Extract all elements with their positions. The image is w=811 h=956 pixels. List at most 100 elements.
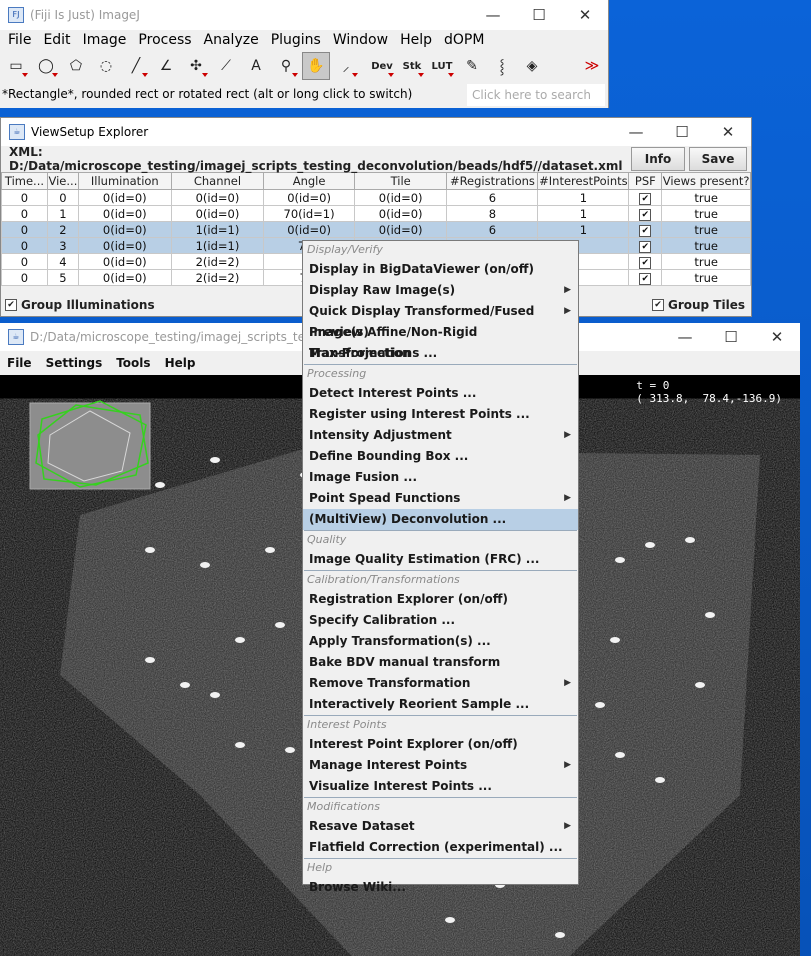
menu-item[interactable]: Image Quality Estimation (FRC) ...	[303, 549, 578, 570]
bdv-menu-help[interactable]: Help	[158, 356, 203, 370]
minimize-icon[interactable]: —	[613, 117, 659, 147]
magnifier-tool-icon[interactable]: ⚲	[272, 52, 300, 80]
table-row[interactable]: 0 2 0(id=0) 1(id=1) 0(id=0) 0(id=0) 6 1 ✔ true	[1, 221, 751, 238]
menu-item[interactable]: Interactively Reorient Sample ...	[303, 694, 578, 715]
more-tools-icon[interactable]: ≫	[578, 52, 606, 80]
pencil-tool-icon[interactable]: ✎	[458, 52, 486, 80]
column-header[interactable]: Time...	[1, 172, 48, 190]
menu-item[interactable]: Define Bounding Box ...	[303, 446, 578, 467]
menu-analyze[interactable]: Analyze	[198, 32, 265, 48]
psf-checkbox[interactable]: ✔	[639, 193, 652, 205]
lut-tool-icon[interactable]: LUT	[428, 52, 456, 80]
menu-item[interactable]: Visualize Interest Points ...	[303, 776, 578, 797]
column-header[interactable]: #Registrations	[446, 172, 539, 190]
psf-checkbox[interactable]: ✔	[639, 273, 652, 285]
menu-item-label: Browse Wiki...	[309, 880, 406, 894]
menu-item[interactable]: Registration Explorer (on/off)	[303, 589, 578, 610]
column-header[interactable]: Vie...	[46, 172, 79, 190]
menu-help[interactable]: Help	[394, 32, 438, 48]
menu-item-label: Resave Dataset	[309, 819, 415, 833]
column-header[interactable]: PSF	[628, 172, 663, 190]
psf-checkbox[interactable]: ✔	[639, 257, 652, 269]
column-header[interactable]: Angle	[263, 172, 355, 190]
point-tool-icon[interactable]: ✣	[182, 52, 210, 80]
menu-item[interactable]: Quick Display Transformed/Fused Image(s)…	[303, 301, 578, 339]
menu-edit[interactable]: Edit	[37, 32, 76, 48]
menu-window[interactable]: Window	[327, 32, 394, 48]
menu-item[interactable]: Detect Interest Points ...	[303, 383, 578, 404]
brush-tool-icon[interactable]: ⸾	[488, 52, 516, 80]
wand-tool-icon[interactable]: ⟋	[212, 52, 240, 80]
bead-spot	[210, 457, 220, 463]
search-input[interactable]: Click here to search	[467, 84, 605, 106]
menu-image[interactable]: Image	[77, 32, 133, 48]
menu-item[interactable]: Manage Interest Points ▶	[303, 755, 578, 776]
minimize-icon[interactable]: —	[470, 0, 516, 30]
text-tool-glyph: A	[251, 58, 261, 74]
bdv-menu-file[interactable]: File	[0, 356, 39, 370]
close-icon[interactable]: ✕	[562, 0, 608, 30]
dropper-tool-icon[interactable]: ⸝	[332, 52, 360, 80]
menu-section-header: Display/Verify	[307, 243, 383, 256]
menu-item[interactable]: Resave Dataset ▶	[303, 816, 578, 837]
menu-item[interactable]: Point Spead Functions ▶	[303, 488, 578, 509]
column-header[interactable]: #InterestPoints	[537, 172, 630, 190]
angle-tool-icon[interactable]: ∠	[152, 52, 180, 80]
line-tool-icon[interactable]: ╱	[122, 52, 150, 80]
menu-process[interactable]: Process	[132, 32, 197, 48]
menu-item[interactable]: Max-Projection	[303, 343, 578, 364]
tool-menu-indicator	[418, 73, 424, 77]
maximize-icon[interactable]: ☐	[708, 322, 754, 352]
psf-checkbox[interactable]: ✔	[639, 209, 652, 221]
menu-item[interactable]: Bake BDV manual transform	[303, 652, 578, 673]
menu-item[interactable]: Register using Interest Points ...	[303, 404, 578, 425]
oval-tool-icon[interactable]: ◯	[32, 52, 60, 80]
close-icon[interactable]: ✕	[754, 322, 800, 352]
menu-item[interactable]: Browse Wiki...	[303, 877, 578, 898]
psf-checkbox[interactable]: ✔	[639, 241, 652, 253]
bdv-menu-settings[interactable]: Settings	[39, 356, 110, 370]
menu-file[interactable]: File	[2, 32, 37, 48]
menu-plugins[interactable]: Plugins	[265, 32, 327, 48]
column-header[interactable]: Tile	[353, 172, 448, 190]
stk-tool-icon[interactable]: Stk	[398, 52, 426, 80]
menu-dopm[interactable]: dOPM	[438, 32, 490, 48]
menu-item[interactable]: Display in BigDataViewer (on/off)	[303, 259, 578, 280]
menu-item[interactable]: Image Fusion ...	[303, 467, 578, 488]
maximize-icon[interactable]: ☐	[516, 0, 562, 30]
info-button[interactable]: Info	[631, 147, 685, 171]
close-icon[interactable]: ✕	[705, 117, 751, 147]
menu-item[interactable]: Specify Calibration ...	[303, 610, 578, 631]
minimize-icon[interactable]: —	[662, 322, 708, 352]
menu-item[interactable]: Apply Transformation(s) ...	[303, 631, 578, 652]
rectangle-tool-icon[interactable]: ▭	[2, 52, 30, 80]
bdv-menu-tools[interactable]: Tools	[109, 356, 157, 370]
group-illuminations-checkbox[interactable]: ✔	[5, 299, 17, 311]
table-row[interactable]: 0 0 0(id=0) 0(id=0) 0(id=0) 0(id=0) 6 1 ✔ true	[1, 189, 751, 206]
menu-item[interactable]: Remove Transformation ▶	[303, 673, 578, 694]
hand-tool-icon[interactable]: ✋	[302, 52, 330, 80]
menu-item[interactable]: Display Raw Image(s) ▶	[303, 280, 578, 301]
polygon-tool-icon[interactable]: ⬠	[62, 52, 90, 80]
menu-item[interactable]: Interest Point Explorer (on/off)	[303, 734, 578, 755]
psf-checkbox[interactable]: ✔	[639, 225, 652, 237]
save-button[interactable]: Save	[689, 147, 747, 171]
menu-item[interactable]: (MultiView) Deconvolution ...	[303, 509, 578, 530]
dev-tool-icon[interactable]: Dev	[368, 52, 396, 80]
table-cell-channel: 2(id=2)	[170, 269, 265, 286]
bead-spot	[705, 612, 715, 618]
group-tiles-checkbox[interactable]: ✔	[651, 299, 664, 311]
freehand-tool-icon[interactable]: ◌	[92, 52, 120, 80]
menu-item[interactable]: Flatfield Correction (experimental) ...	[303, 837, 578, 858]
column-header[interactable]: Views present?	[661, 172, 751, 190]
tool-menu-indicator	[22, 73, 28, 77]
column-header[interactable]: Channel	[170, 172, 265, 190]
blank-tool-icon[interactable]	[548, 52, 576, 80]
maximize-icon[interactable]: ☐	[659, 117, 705, 147]
flood-fill-tool-icon[interactable]: ◈	[518, 52, 546, 80]
menu-item[interactable]: Preview Affine/Non-Rigid Transformations…	[303, 322, 578, 360]
table-row[interactable]: 0 1 0(id=0) 0(id=0) 70(id=1) 0(id=0) 8 1 ✔ true	[1, 205, 751, 222]
menu-item[interactable]: Intensity Adjustment ▶	[303, 425, 578, 446]
text-tool-icon[interactable]: A	[242, 52, 270, 80]
column-header[interactable]: Illumination	[77, 172, 172, 190]
